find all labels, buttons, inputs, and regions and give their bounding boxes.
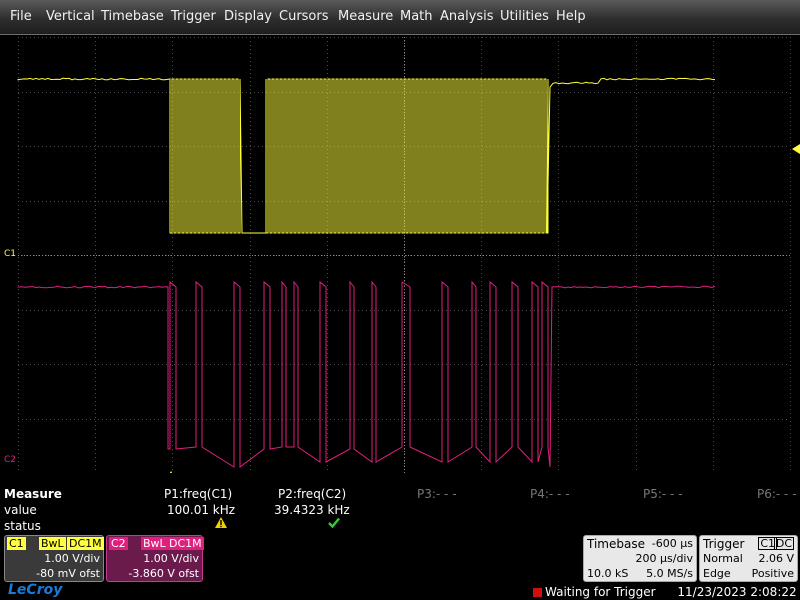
channel1-coupling: DC1M bbox=[67, 537, 104, 550]
status-bar: Waiting for Trigger 11/23/2023 2:08:22 P… bbox=[533, 585, 800, 599]
timebase-delay: -600 µs bbox=[652, 537, 693, 550]
channel2-offset: -3.860 V ofst bbox=[128, 567, 199, 580]
measure-row-value-label: value bbox=[4, 503, 37, 517]
timebase-samples: 10.0 kS bbox=[587, 567, 628, 580]
menu-math[interactable]: Math bbox=[400, 9, 433, 24]
menu-file[interactable]: File bbox=[10, 9, 32, 24]
trigger-label: Trigger bbox=[703, 537, 744, 551]
menu-cursors[interactable]: Cursors bbox=[279, 9, 329, 24]
channel1-tag: C1 bbox=[7, 537, 26, 550]
timebase-descriptor[interactable]: Timebase -600 µs 200 µs/div 10.0 kS 5.0 … bbox=[583, 535, 697, 582]
menu-measure[interactable]: Measure bbox=[338, 9, 393, 24]
trigger-level: 2.06 V bbox=[758, 552, 794, 565]
p2-name[interactable]: P2:freq(C2) bbox=[278, 487, 346, 501]
menu-utilities[interactable]: Utilities bbox=[500, 9, 549, 24]
channel2-bwl: BwL bbox=[141, 537, 168, 550]
measure-table[interactable]: Measure value status P1:freq(C1) 100.01 … bbox=[0, 484, 800, 534]
trigger-position-marker[interactable] bbox=[167, 471, 175, 473]
channel1-bwl: BwL bbox=[39, 537, 66, 550]
timebase-label: Timebase bbox=[587, 537, 645, 551]
p2-value: 39.4323 kHz bbox=[274, 503, 350, 517]
date-time: 11/23/2023 2:08:22 PM bbox=[677, 585, 800, 599]
trigger-coupling: DC bbox=[774, 537, 794, 550]
channel2-coupling: DC1M bbox=[167, 537, 204, 550]
channel1-trace bbox=[18, 78, 715, 233]
waveform-grid[interactable]: C1 C2 bbox=[0, 37, 800, 473]
trigger-level-marker[interactable] bbox=[792, 144, 800, 154]
trigger-type: Edge bbox=[703, 567, 731, 580]
p6-name[interactable]: P6:- - - bbox=[757, 487, 797, 501]
menu-analysis[interactable]: Analysis bbox=[440, 9, 494, 24]
acquisition-status: Waiting for Trigger bbox=[545, 585, 656, 599]
channel1-vdiv: 1.00 V/div bbox=[44, 552, 100, 565]
p4-name[interactable]: P4:- - - bbox=[530, 487, 570, 501]
channel2-ground-marker[interactable]: C2 bbox=[4, 455, 16, 465]
menu-trigger[interactable]: Trigger bbox=[171, 9, 216, 24]
trigger-slope: Positive bbox=[752, 567, 794, 580]
menu-bar: File Vertical Timebase Trigger Display C… bbox=[0, 0, 800, 35]
channel2-descriptor[interactable]: C2 BwL DC1M 1.00 V/div -3.860 V ofst bbox=[106, 535, 203, 582]
menu-vertical[interactable]: Vertical bbox=[46, 9, 95, 24]
status-led-icon bbox=[533, 588, 542, 597]
menu-timebase[interactable]: Timebase bbox=[101, 9, 164, 24]
p5-name[interactable]: P5:- - - bbox=[643, 487, 683, 501]
channel1-descriptor[interactable]: C1 BwL DC1M 1.00 V/div -80 mV ofst bbox=[4, 535, 104, 582]
measure-row-status-label: status bbox=[4, 519, 41, 533]
p1-name[interactable]: P1:freq(C1) bbox=[164, 487, 232, 501]
channel2-vdiv: 1.00 V/div bbox=[143, 552, 199, 565]
channel2-tag: C2 bbox=[109, 537, 128, 550]
warning-icon bbox=[215, 517, 227, 531]
p1-value: 100.01 kHz bbox=[167, 503, 235, 517]
menu-display[interactable]: Display bbox=[224, 9, 272, 24]
lecroy-logo: LeCroy bbox=[8, 582, 62, 598]
trigger-descriptor[interactable]: Trigger C1 DC Normal 2.06 V Edge Positiv… bbox=[699, 535, 798, 582]
p3-name[interactable]: P3:- - - bbox=[417, 487, 457, 501]
channel2-trace bbox=[18, 282, 715, 467]
timebase-tdiv: 200 µs/div bbox=[636, 552, 693, 565]
grid-svg bbox=[0, 37, 800, 473]
check-icon bbox=[328, 517, 340, 531]
trigger-mode: Normal bbox=[703, 552, 743, 565]
channel1-ground-marker[interactable]: C1 bbox=[4, 249, 16, 259]
menu-help[interactable]: Help bbox=[556, 9, 586, 24]
channel1-offset: -80 mV ofst bbox=[36, 567, 100, 580]
measure-title: Measure bbox=[4, 487, 62, 501]
timebase-rate: 5.0 MS/s bbox=[646, 567, 693, 580]
